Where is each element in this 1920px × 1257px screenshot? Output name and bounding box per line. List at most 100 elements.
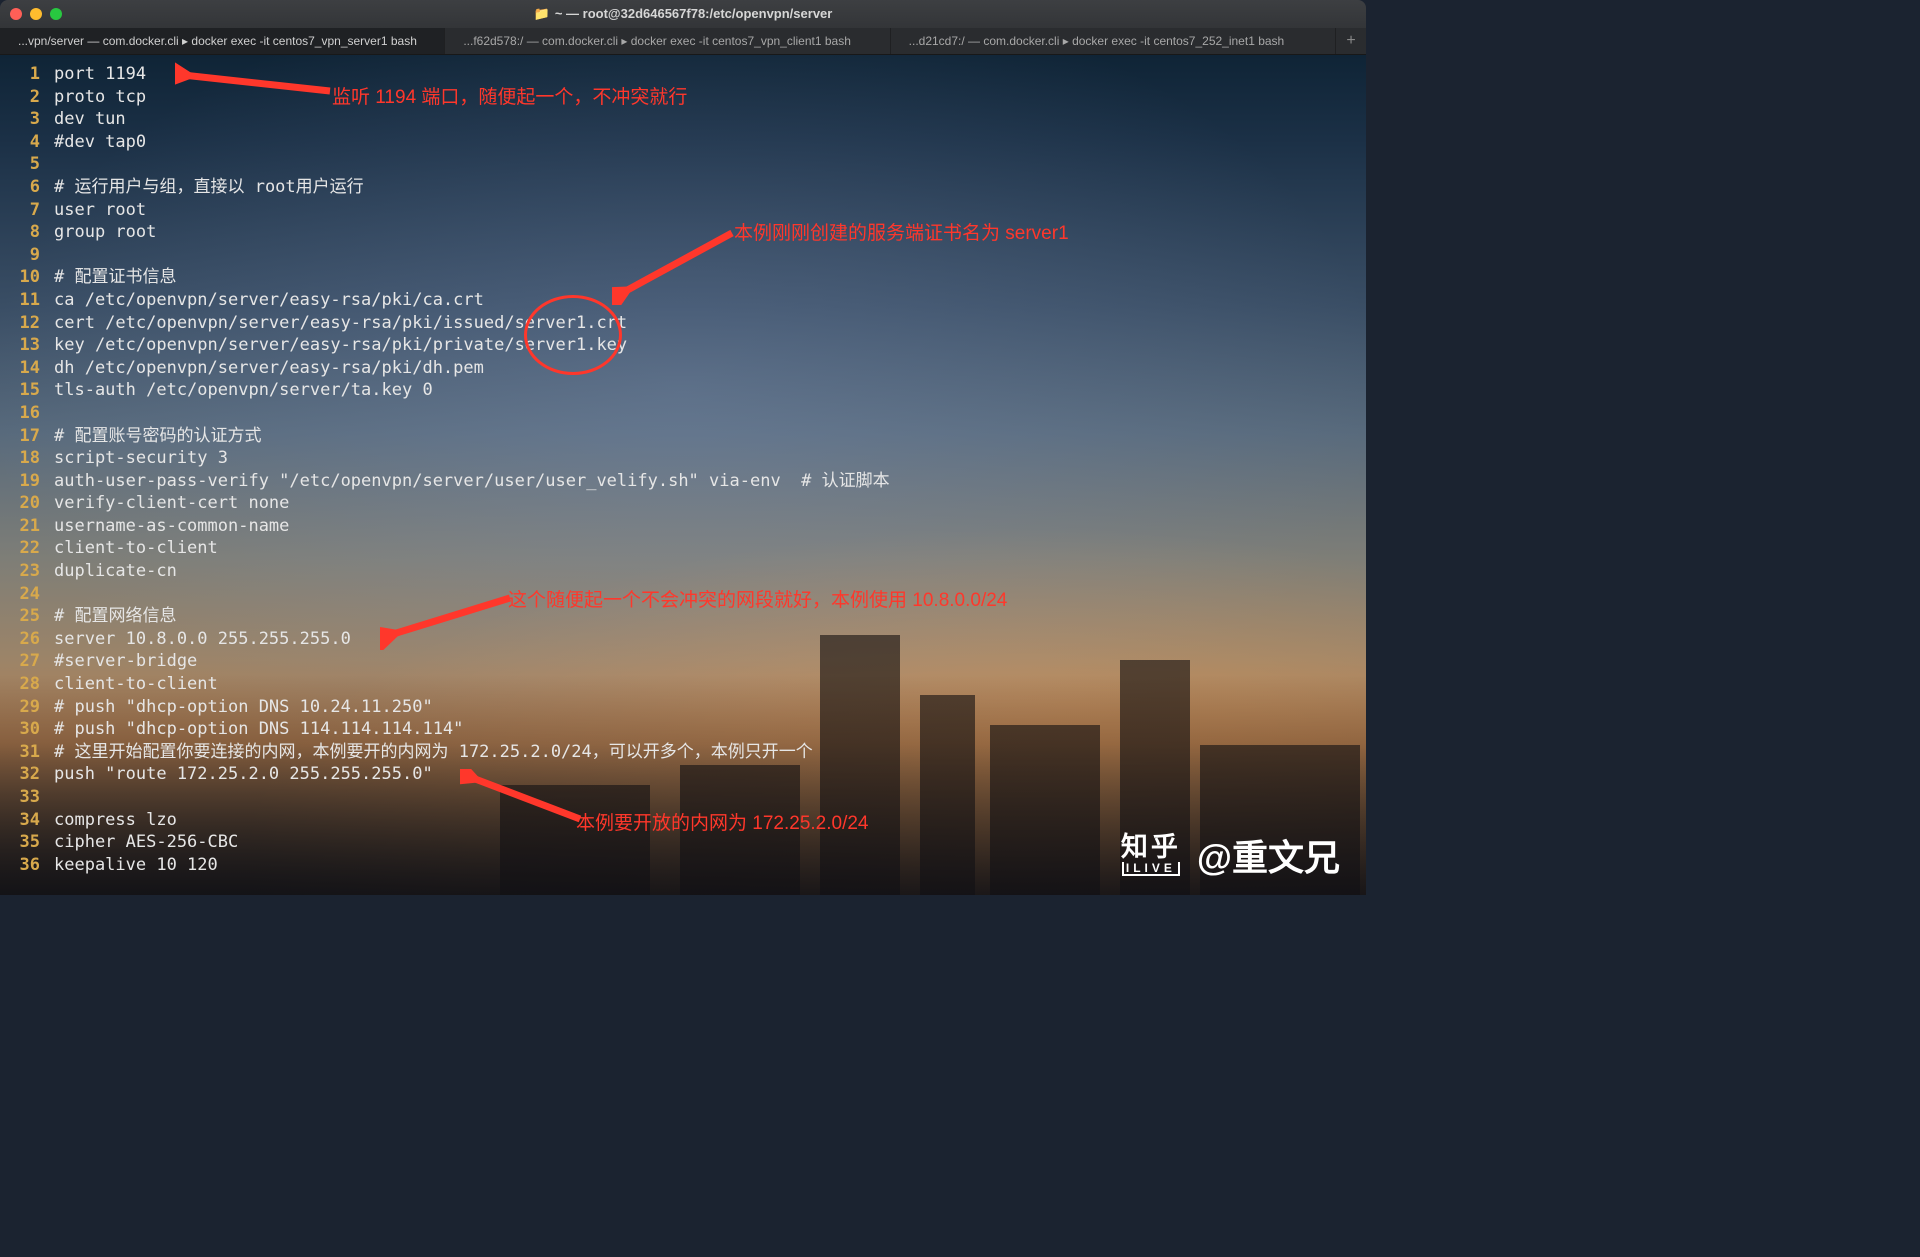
window-title: 📁 ~ — root@32d646567f78:/etc/openvpn/serv… [0, 6, 1366, 22]
line-number: 15 [10, 379, 54, 402]
code-text: # 运行用户与组，直接以 root用户运行 [54, 176, 364, 199]
watermark: 知乎 ILIVE @重文兄 [1121, 829, 1340, 881]
tab-label: ...d21cd7:/ — com.docker.cli ▸ docker ex… [909, 34, 1285, 48]
code-text: script-security 3 [54, 447, 228, 470]
code-line: 30# push "dhcp-option DNS 114.114.114.11… [10, 718, 1366, 741]
code-text: auth-user-pass-verify "/etc/openvpn/serv… [54, 470, 890, 493]
code-text: compress lzo [54, 809, 177, 832]
window-controls [10, 8, 62, 20]
code-text: verify-client-cert none [54, 492, 289, 515]
zhihu-logo-cn: 知乎 [1121, 834, 1181, 862]
line-number: 18 [10, 447, 54, 470]
code-text: # push "dhcp-option DNS 114.114.114.114" [54, 718, 463, 741]
annotation-arrow [380, 590, 520, 650]
code-line: 14dh /etc/openvpn/server/easy-rsa/pki/dh… [10, 357, 1366, 380]
line-number: 9 [10, 244, 54, 267]
line-number: 8 [10, 221, 54, 244]
code-text: # 配置证书信息 [54, 266, 176, 289]
code-text: #server-bridge [54, 650, 197, 673]
line-number: 21 [10, 515, 54, 538]
code-text: user root [54, 199, 146, 222]
zhihu-logo-en: ILIVE [1122, 862, 1180, 876]
close-button[interactable] [10, 8, 22, 20]
line-number: 11 [10, 289, 54, 312]
line-number: 17 [10, 425, 54, 448]
tab-client1[interactable]: ...f62d578:/ — com.docker.cli ▸ docker e… [445, 28, 890, 54]
window-titlebar: 📁 ~ — root@32d646567f78:/etc/openvpn/serv… [0, 0, 1366, 28]
code-text: # 配置账号密码的认证方式 [54, 425, 261, 448]
line-number: 6 [10, 176, 54, 199]
annotation-route: 本例要开放的内网为 172.25.2.0/24 [576, 808, 869, 835]
code-line: 19auth-user-pass-verify "/etc/openvpn/se… [10, 470, 1366, 493]
tab-bar: ...vpn/server — com.docker.cli ▸ docker … [0, 28, 1366, 55]
code-line: 32push "route 172.25.2.0 255.255.255.0" [10, 763, 1366, 786]
line-number: 23 [10, 560, 54, 583]
code-line: 7user root [10, 199, 1366, 222]
code-line: 21username-as-common-name [10, 515, 1366, 538]
code-line: 26server 10.8.0.0 255.255.255.0 [10, 628, 1366, 651]
annotation-circle [524, 295, 622, 375]
line-number: 33 [10, 786, 54, 809]
annotation-cert: 本例刚刚创建的服务端证书名为 server1 [734, 218, 1069, 245]
line-number: 7 [10, 199, 54, 222]
code-text: username-as-common-name [54, 515, 289, 538]
line-number: 29 [10, 696, 54, 719]
zhihu-logo: 知乎 ILIVE [1121, 834, 1181, 876]
editor-area: 1port 11942proto tcp3dev tun4#dev tap056… [0, 55, 1366, 895]
code-text: # 这里开始配置你要连接的内网，本例要开的内网为 172.25.2.0/24，可… [54, 741, 813, 764]
line-number: 5 [10, 153, 54, 176]
folder-icon: 📁 [534, 6, 550, 21]
code-text: # 配置网络信息 [54, 605, 176, 628]
code-line: 3dev tun [10, 108, 1366, 131]
code-line: 17# 配置账号密码的认证方式 [10, 425, 1366, 448]
window-title-text: ~ — root@32d646567f78:/etc/openvpn/serve… [555, 6, 833, 21]
code-text: cipher AES-256-CBC [54, 831, 238, 854]
line-number: 13 [10, 334, 54, 357]
line-number: 32 [10, 763, 54, 786]
line-number: 19 [10, 470, 54, 493]
code-text: tls-auth /etc/openvpn/server/ta.key 0 [54, 379, 433, 402]
code-text: #dev tap0 [54, 131, 146, 154]
code-line: 4#dev tap0 [10, 131, 1366, 154]
new-tab-button[interactable]: + [1336, 28, 1366, 54]
code-line: 6# 运行用户与组，直接以 root用户运行 [10, 176, 1366, 199]
line-number: 4 [10, 131, 54, 154]
maximize-button[interactable] [50, 8, 62, 20]
code-line: 27#server-bridge [10, 650, 1366, 673]
tab-inet1[interactable]: ...d21cd7:/ — com.docker.cli ▸ docker ex… [891, 28, 1336, 54]
line-number: 35 [10, 831, 54, 854]
annotation-arrow [175, 61, 335, 101]
line-number: 25 [10, 605, 54, 628]
code-line: 20verify-client-cert none [10, 492, 1366, 515]
line-number: 12 [10, 312, 54, 335]
tab-label: ...vpn/server — com.docker.cli ▸ docker … [18, 34, 417, 48]
line-number: 20 [10, 492, 54, 515]
code-text: push "route 172.25.2.0 255.255.255.0" [54, 763, 433, 786]
code-line: 18script-security 3 [10, 447, 1366, 470]
code-editor[interactable]: 1port 11942proto tcp3dev tun4#dev tap056… [0, 55, 1366, 884]
code-text: server 10.8.0.0 255.255.255.0 [54, 628, 351, 651]
code-text: client-to-client [54, 673, 218, 696]
code-text: group root [54, 221, 156, 244]
code-line: 15tls-auth /etc/openvpn/server/ta.key 0 [10, 379, 1366, 402]
code-line: 28client-to-client [10, 673, 1366, 696]
annotation-port: 监听 1194 端口，随便起一个，不冲突就行 [332, 82, 687, 109]
line-number: 22 [10, 537, 54, 560]
annotation-arrow [612, 225, 742, 305]
minimize-button[interactable] [30, 8, 42, 20]
code-line: 23duplicate-cn [10, 560, 1366, 583]
line-number: 3 [10, 108, 54, 131]
line-number: 28 [10, 673, 54, 696]
tab-server1[interactable]: ...vpn/server — com.docker.cli ▸ docker … [0, 28, 445, 54]
line-number: 10 [10, 266, 54, 289]
code-line: 31# 这里开始配置你要连接的内网，本例要开的内网为 172.25.2.0/24… [10, 741, 1366, 764]
code-line: 13key /etc/openvpn/server/easy-rsa/pki/p… [10, 334, 1366, 357]
annotation-subnet: 这个随便起一个不会冲突的网段就好，本例使用 10.8.0.0/24 [508, 585, 1007, 612]
line-number: 14 [10, 357, 54, 380]
line-number: 36 [10, 854, 54, 877]
code-line: 22client-to-client [10, 537, 1366, 560]
code-text: port 1194 [54, 63, 146, 86]
code-line: 29# push "dhcp-option DNS 10.24.11.250" [10, 696, 1366, 719]
code-text: keepalive 10 120 [54, 854, 218, 877]
line-number: 30 [10, 718, 54, 741]
